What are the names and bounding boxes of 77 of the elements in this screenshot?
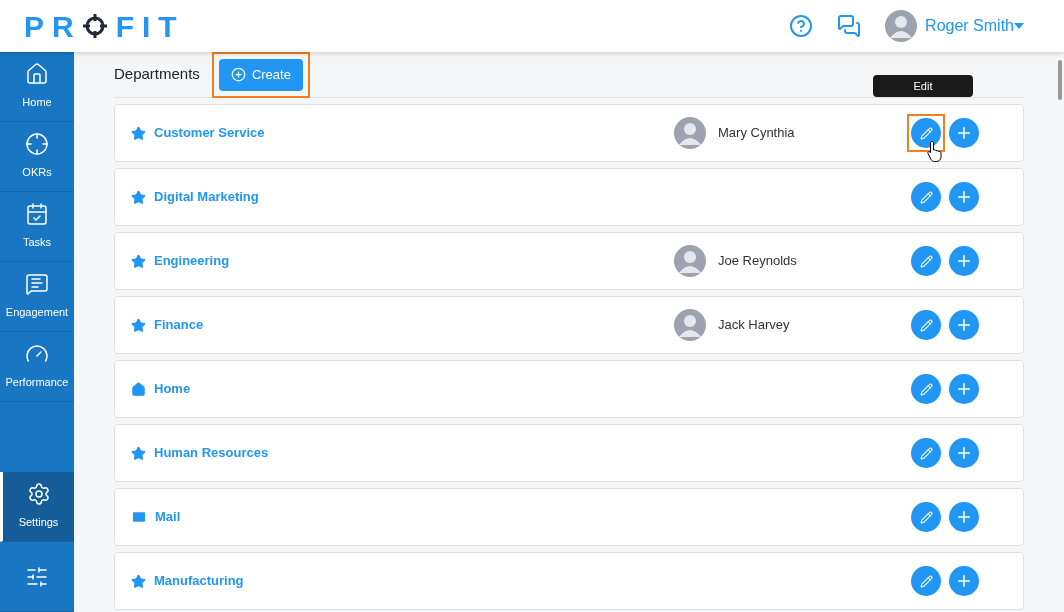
- pencil-icon: [919, 318, 933, 332]
- plus-icon: [955, 572, 973, 590]
- pencil-icon: [919, 126, 933, 140]
- star-icon: [131, 445, 146, 461]
- tooltip: Edit: [873, 75, 973, 97]
- pencil-icon: [919, 382, 933, 396]
- add-button[interactable]: [949, 246, 979, 276]
- settings-icon: [26, 482, 51, 507]
- sidebar-item[interactable]: Tasks: [0, 192, 74, 262]
- plus-icon: [955, 252, 973, 270]
- pencil-icon: [919, 574, 933, 588]
- edit-button[interactable]: [911, 566, 941, 596]
- edit-button[interactable]: [911, 310, 941, 340]
- edit-button[interactable]: [911, 182, 941, 212]
- plus-icon: [955, 508, 973, 526]
- logo-text: PR: [24, 8, 82, 45]
- department-name[interactable]: Mail: [155, 507, 455, 527]
- sidebar-item[interactable]: Performance: [0, 332, 74, 402]
- add-button[interactable]: [949, 566, 979, 596]
- avatar-icon: [674, 309, 706, 341]
- chat-icon[interactable]: [837, 14, 862, 38]
- avatar-icon: [674, 245, 706, 277]
- user-menu[interactable]: Roger Smith: [925, 14, 1024, 38]
- pencil-icon: [919, 510, 933, 524]
- sidebar-item[interactable]: Settings: [0, 472, 74, 542]
- star-icon: [131, 125, 146, 141]
- plus-icon: [955, 188, 973, 206]
- message-icon: [25, 272, 49, 297]
- caret-icon: [1014, 23, 1024, 29]
- avatar-icon: [885, 10, 918, 42]
- add-button[interactable]: [949, 374, 979, 404]
- sidebar-item[interactable]: Home: [0, 52, 74, 122]
- page-title: Departments: [114, 64, 200, 85]
- add-button[interactable]: [949, 310, 979, 340]
- add-button[interactable]: [949, 118, 979, 148]
- owner-name: Joe Reynolds: [718, 252, 797, 271]
- home-icon: [131, 381, 146, 397]
- edit-button[interactable]: [911, 374, 941, 404]
- star-icon: [131, 253, 146, 269]
- edit-button[interactable]: [911, 438, 941, 468]
- edit-button[interactable]: [911, 502, 941, 532]
- calendar-check-icon: [25, 202, 49, 227]
- create-button[interactable]: Create: [218, 58, 303, 91]
- plus-icon: [955, 316, 973, 334]
- add-button[interactable]: [949, 438, 979, 468]
- crosshair-icon: [81, 13, 108, 39]
- pencil-icon: [919, 254, 933, 268]
- pencil-icon: [919, 190, 933, 204]
- owner-name: Mary Cynthia: [718, 124, 795, 143]
- sidebar-item[interactable]: Engagement: [0, 262, 74, 332]
- avatar-icon: [674, 117, 706, 149]
- home-icon: [25, 62, 49, 87]
- logo-text: FIT: [115, 8, 185, 45]
- pencil-icon: [919, 446, 933, 460]
- target-icon: [25, 132, 49, 157]
- sidebar-item[interactable]: OKRs: [0, 122, 74, 192]
- help-icon[interactable]: [789, 14, 814, 38]
- department-name[interactable]: Human Resources: [154, 443, 454, 463]
- plus-icon: [955, 380, 973, 398]
- department-name[interactable]: Home: [154, 379, 454, 399]
- add-button[interactable]: [949, 502, 979, 532]
- plus-icon: [955, 124, 973, 142]
- star-icon: [131, 573, 146, 589]
- add-button[interactable]: [949, 182, 979, 212]
- scrollbar-thumb[interactable]: [1058, 60, 1062, 100]
- department-name[interactable]: Customer Service: [154, 123, 454, 143]
- sliders-icon: [25, 564, 49, 589]
- department-name[interactable]: Manufacturing: [154, 571, 454, 591]
- department-name[interactable]: Engineering: [154, 251, 454, 271]
- plus-circle-icon: [230, 67, 246, 82]
- plus-icon: [955, 444, 973, 462]
- edit-button[interactable]: [911, 246, 941, 276]
- star-icon: [131, 189, 146, 205]
- department-name[interactable]: Finance: [154, 315, 454, 335]
- department-name[interactable]: Digital Marketing: [154, 187, 454, 207]
- owner-name: Jack Harvey: [718, 316, 790, 335]
- star-icon: [131, 317, 146, 333]
